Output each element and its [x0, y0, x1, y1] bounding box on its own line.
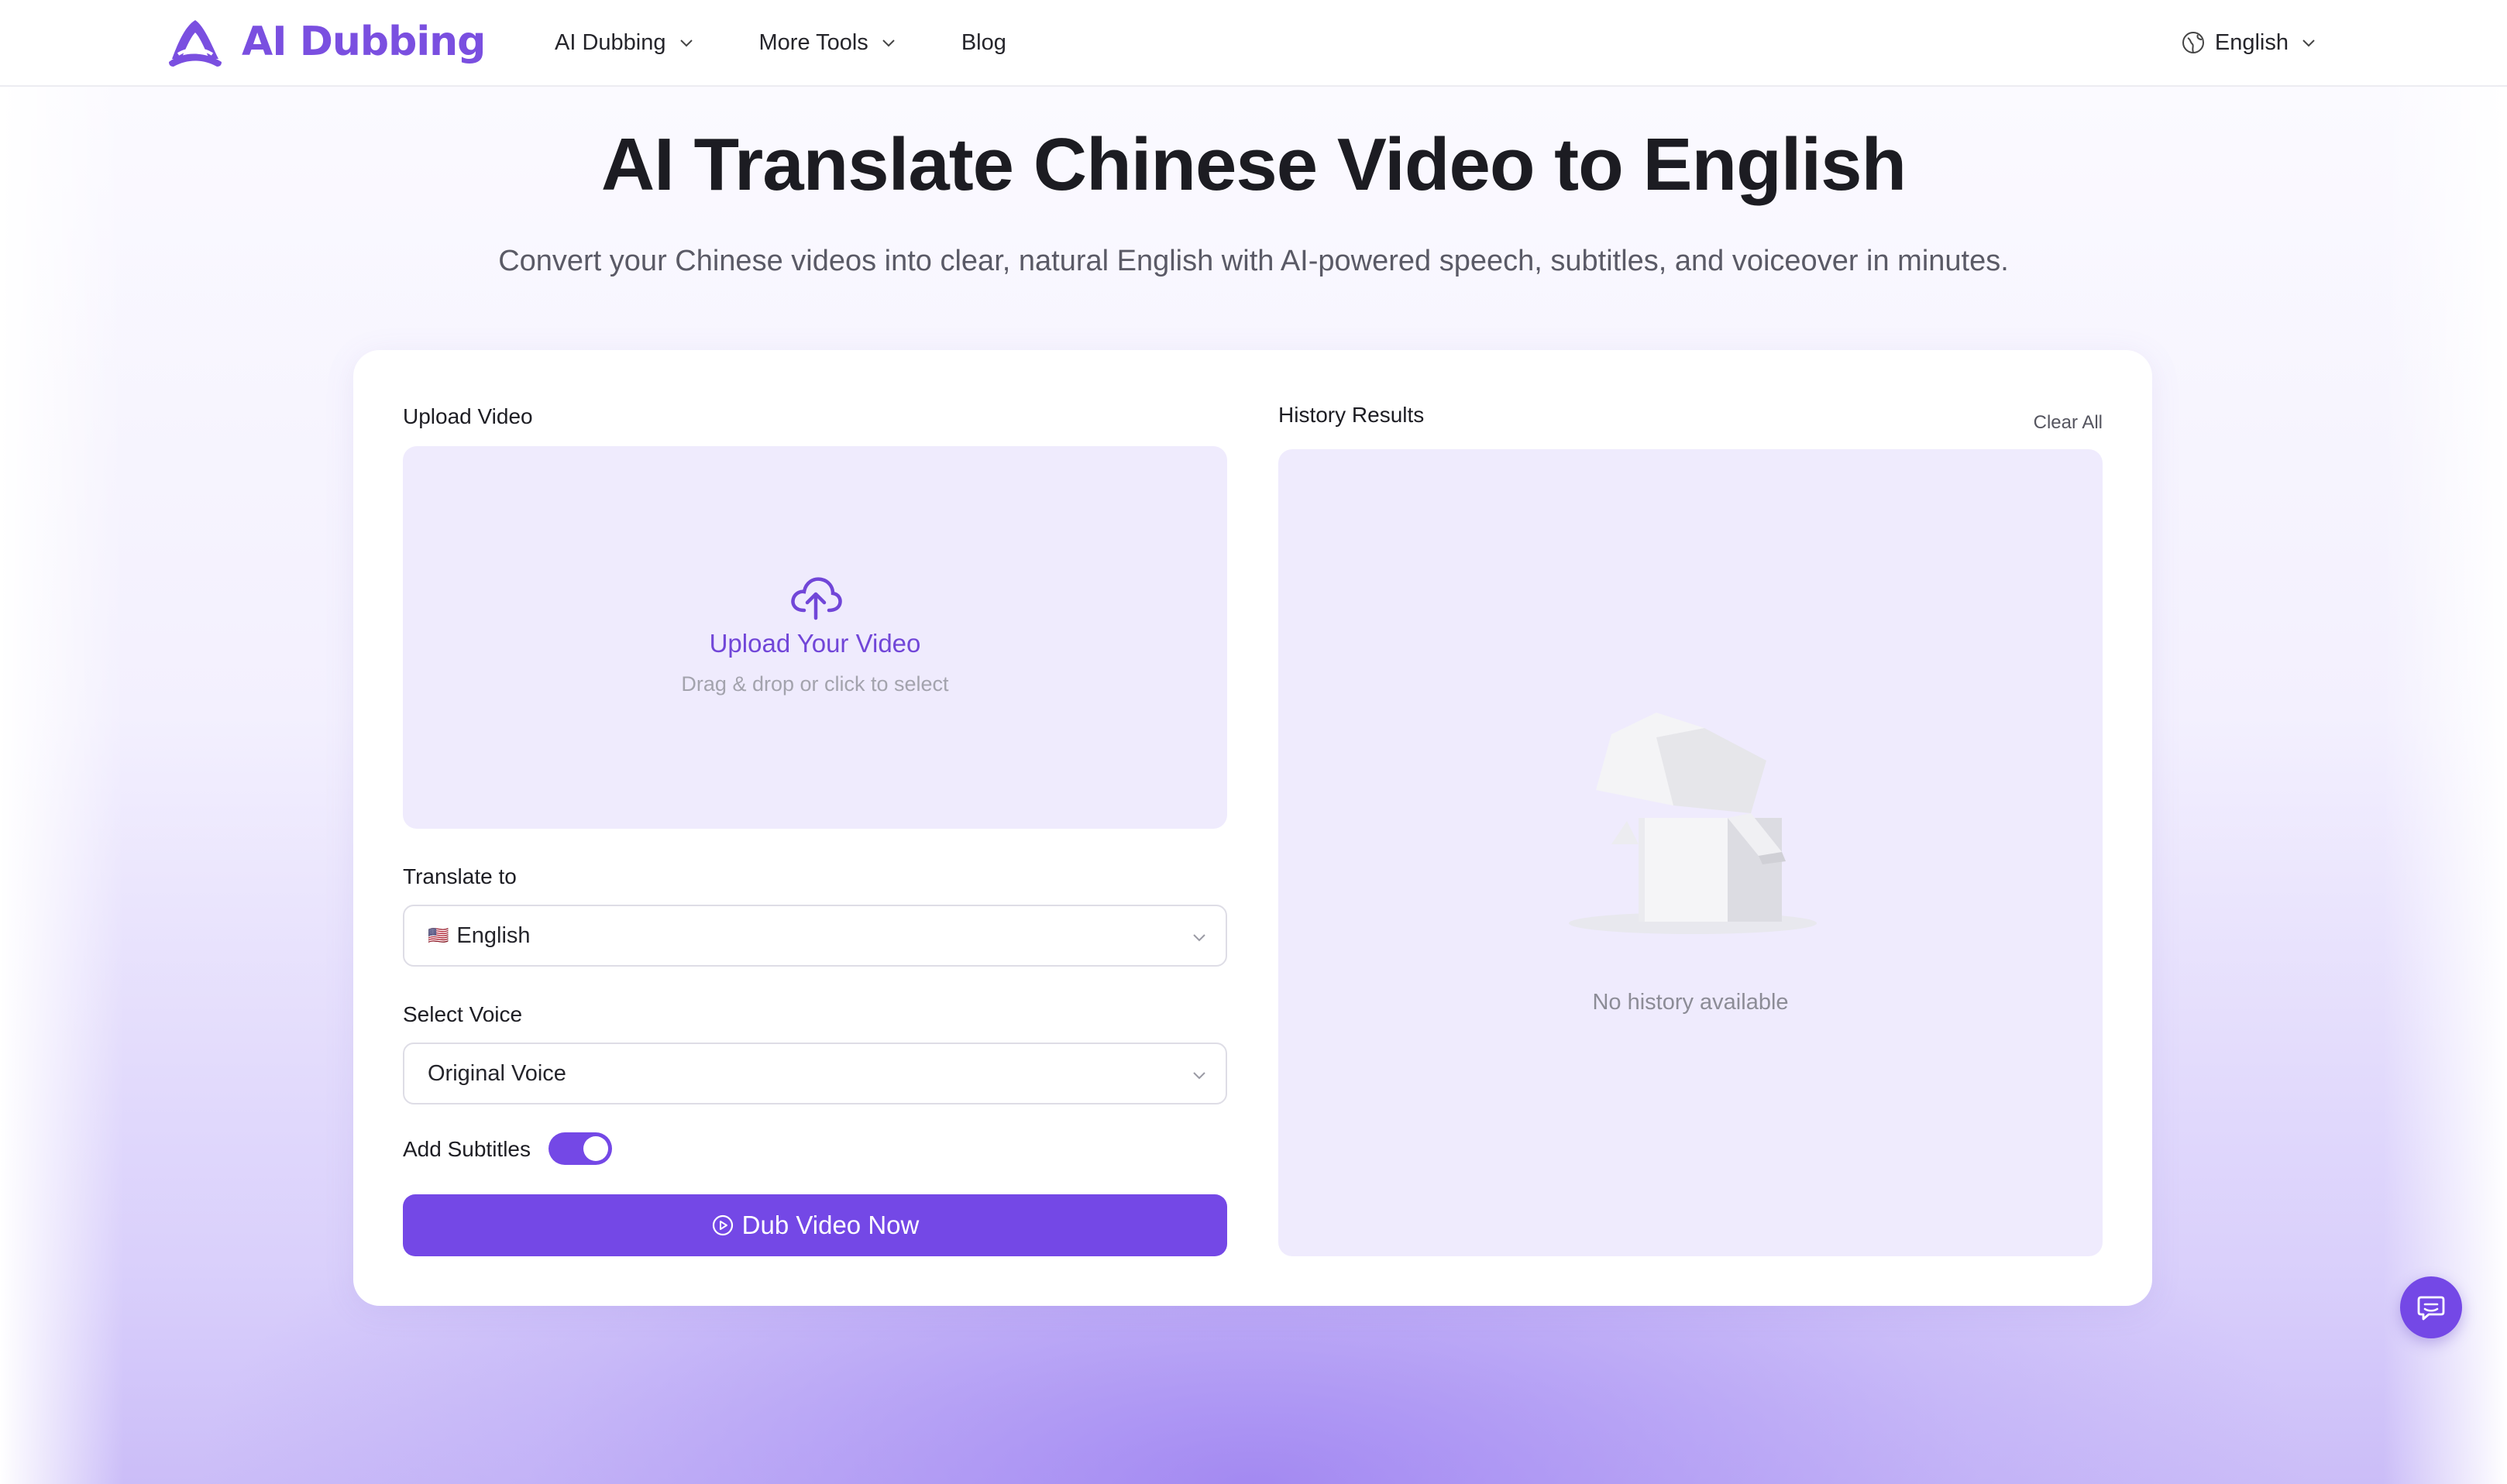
upload-hint: Drag & drop or click to select: [681, 672, 949, 696]
background-fade-right: [2383, 85, 2507, 1484]
translate-label: Translate to: [403, 864, 517, 888]
chevron-down-icon: [882, 40, 895, 47]
page-title: AI Translate Chinese Video to English: [600, 123, 1907, 206]
nav-item-label: More Tools: [758, 29, 868, 55]
language-label: English: [2214, 29, 2289, 55]
nav-item-label: Blog: [961, 29, 1006, 55]
globe-icon: [2182, 32, 2204, 53]
translate-language-select[interactable]: 🇺🇸 English: [403, 905, 1227, 967]
background-fade-left: [0, 85, 124, 1484]
brand-name: AI Dubbing: [242, 19, 486, 65]
voice-value: Original Voice: [428, 1060, 566, 1086]
dub-video-button[interactable]: Dub Video Now: [403, 1194, 1227, 1256]
subtitles-toggle[interactable]: [549, 1132, 612, 1165]
translate-value: English: [456, 922, 531, 948]
upload-dropzone[interactable]: Upload Your Video Drag & drop or click t…: [403, 446, 1227, 829]
chat-support-button[interactable]: [2400, 1276, 2462, 1338]
toggle-knob: [583, 1136, 608, 1161]
brand-logo[interactable]: AI Dubbing: [166, 14, 486, 70]
dub-video-label: Dub Video Now: [741, 1211, 920, 1239]
history-panel: No history available: [1278, 449, 2103, 1256]
voice-label: Select Voice: [403, 1002, 523, 1026]
top-navbar: AI Dubbing AI Dubbing More Tools Blog En…: [0, 0, 2507, 87]
nav-item-label: AI Dubbing: [555, 29, 666, 55]
voice-select[interactable]: Original Voice: [403, 1043, 1227, 1104]
chevron-down-icon: [1193, 1072, 1205, 1080]
history-empty-text: No history available: [1592, 990, 1789, 1015]
nav-item-ai-dubbing[interactable]: AI Dubbing: [555, 23, 696, 62]
history-title: History Results: [1278, 403, 1425, 427]
upload-cloud-icon: [791, 577, 842, 620]
language-selector[interactable]: English: [2181, 23, 2318, 62]
chat-support-icon: [2417, 1296, 2445, 1321]
main-nav: AI Dubbing More Tools Blog: [555, 23, 1070, 62]
play-circle-icon: [712, 1214, 733, 1236]
upload-label: Upload Video: [403, 404, 533, 428]
dubbing-card: Upload Video Upload Your Video Drag & dr…: [353, 350, 2152, 1306]
empty-box-icon: [1569, 713, 1817, 934]
chevron-down-icon: [2302, 40, 2315, 47]
chevron-down-icon: [679, 40, 693, 47]
nav-item-blog[interactable]: Blog: [961, 23, 1006, 62]
page-subtitle: Convert your Chinese videos into clear, …: [498, 245, 2009, 277]
nav-item-more-tools[interactable]: More Tools: [759, 23, 898, 62]
brand-logo-icon: [169, 20, 222, 67]
subtitles-label: Add Subtitles: [403, 1137, 531, 1161]
upload-title: Upload Your Video: [709, 629, 921, 658]
us-flag-icon: 🇺🇸: [428, 926, 449, 945]
chevron-down-icon: [1193, 934, 1205, 942]
clear-all-button[interactable]: Clear All: [2034, 412, 2103, 434]
